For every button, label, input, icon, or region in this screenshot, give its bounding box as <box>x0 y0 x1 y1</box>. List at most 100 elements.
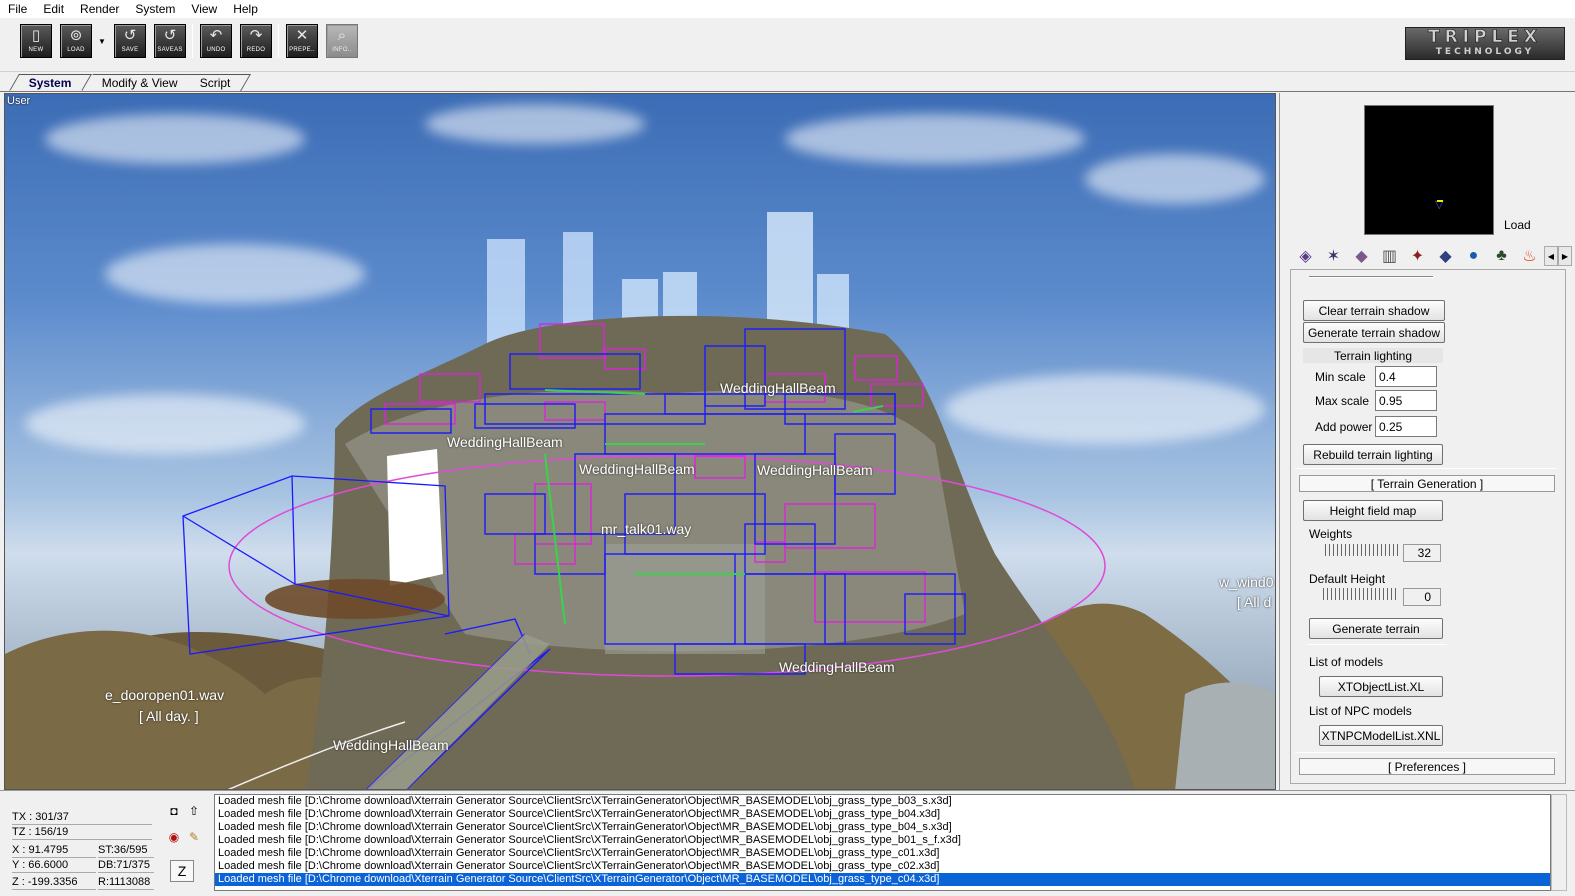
scroll-right-icon[interactable]: ▶ <box>1558 246 1572 266</box>
globe-icon[interactable]: ● <box>1460 244 1487 268</box>
minimap-load-label[interactable]: Load <box>1504 218 1531 232</box>
panel-icon-strip: ◈ ✶ ◆ ▥ ✦ ◆ ● ♣ ♨ ◀ ▶ <box>1292 243 1572 269</box>
rebuild-terrain-lighting-button[interactable]: Rebuild terrain lighting <box>1303 444 1443 465</box>
info-icon: ⌕ <box>337 27 347 44</box>
up-arrow-icon[interactable]: ⇧ <box>184 801 204 821</box>
menu-bar: File Edit Render System View Help <box>0 0 1575 18</box>
default-height-slider[interactable] <box>1323 588 1397 600</box>
npc-model-list-button[interactable]: XTNPCModelList.XNL <box>1319 725 1443 746</box>
object-label: WeddingHallBeam <box>333 737 449 753</box>
tab-script[interactable]: Script <box>181 74 251 91</box>
object-label: WeddingHallBeam <box>720 380 836 396</box>
building-icon[interactable]: ▥ <box>1376 244 1403 268</box>
log-line[interactable]: Loaded mesh file [D:\Chrome download\Xte… <box>215 821 1550 834</box>
default-height-label: Default Height <box>1309 572 1386 586</box>
z-axis-button[interactable]: Z <box>170 860 194 882</box>
triplex-logo: TRIPLEX TECHNOLOGY <box>1405 27 1565 60</box>
tab-modify-view[interactable]: Modify & View <box>83 74 198 91</box>
menu-file[interactable]: File <box>0 0 35 18</box>
log-scrollbar[interactable] <box>1551 794 1567 891</box>
x-coordinate: X : 91.4795 <box>12 843 96 858</box>
y-coordinate: Y : 66.6000 <box>12 858 96 873</box>
info-button[interactable]: ⌕ INFO.. <box>326 24 358 58</box>
sound-label: mr_talk01.way <box>601 521 692 537</box>
paint-icon[interactable]: ✎ <box>184 827 204 847</box>
load-dropdown-arrow-icon[interactable]: ▼ <box>98 37 106 46</box>
scroll-left-icon[interactable]: ◀ <box>1544 246 1558 266</box>
load-button[interactable]: ⊚ LOAD <box>60 24 92 58</box>
clear-terrain-shadow-button[interactable]: Clear terrain shadow <box>1303 300 1445 321</box>
generate-terrain-shadow-button[interactable]: Generate terrain shadow <box>1303 322 1445 343</box>
min-scale-label: Min scale <box>1315 370 1366 384</box>
load-icon: ⊚ <box>69 27 83 44</box>
sound-time-label: [ All day. ] <box>139 708 199 724</box>
save-button[interactable]: ↺ SAVE <box>114 24 146 58</box>
minimap[interactable]: ▽ <box>1364 105 1494 235</box>
save-icon: ↺ <box>123 27 137 44</box>
compass-icon[interactable]: ✦ <box>1404 244 1431 268</box>
fire-icon[interactable]: ♨ <box>1516 244 1543 268</box>
db-readout: DB:71/375 <box>98 858 154 873</box>
list-of-models-label: List of models <box>1309 655 1384 669</box>
object-label: WeddingHallBeam <box>757 462 873 478</box>
menu-edit[interactable]: Edit <box>35 0 72 18</box>
load-label: LOAD <box>67 47 85 53</box>
record-icon[interactable]: ◉ <box>164 827 184 847</box>
tab-divider <box>0 91 1575 92</box>
undo-button[interactable]: ↶ UNDO <box>200 24 232 58</box>
weights-slider[interactable] <box>1325 544 1399 556</box>
save-label: SAVE <box>121 47 139 53</box>
sound-label: w_wind0 <box>1219 574 1274 590</box>
menu-help[interactable]: Help <box>225 0 266 18</box>
redo-label: REDO <box>246 47 266 53</box>
redo-icon: ↷ <box>249 27 263 44</box>
menu-render[interactable]: Render <box>72 0 127 18</box>
r-readout: R:1113088 <box>98 875 154 890</box>
save-as-button[interactable]: ↺ SAVEAS <box>154 24 186 58</box>
save-as-label: SAVEAS <box>157 47 183 53</box>
cube-icon[interactable]: ◈ <box>1292 244 1319 268</box>
object-label: WeddingHallBeam <box>779 659 895 675</box>
logo-line-1: TRIPLEX <box>1427 27 1543 47</box>
weights-value[interactable]: 32 <box>1403 544 1441 562</box>
log-line-selected[interactable]: Loaded mesh file [D:\Chrome download\Xte… <box>215 873 1550 886</box>
log-line[interactable]: Loaded mesh file [D:\Chrome download\Xte… <box>215 834 1550 847</box>
grid-icon[interactable]: ◆ <box>1348 244 1375 268</box>
redo-button[interactable]: ↷ REDO <box>240 24 272 58</box>
new-button[interactable]: ▯ NEW <box>20 24 52 58</box>
max-scale-input[interactable] <box>1375 390 1437 411</box>
default-height-value[interactable]: 0 <box>1403 588 1441 606</box>
plane-icon[interactable]: ◆ <box>1432 244 1459 268</box>
log-list[interactable]: Loaded mesh file [D:\Chrome download\Xte… <box>214 794 1551 891</box>
camera-icon[interactable]: ◘ <box>164 801 184 821</box>
add-power-input[interactable] <box>1375 416 1437 437</box>
tile-z-readout: TZ : 156/19 <box>12 825 96 840</box>
tree-icon[interactable]: ♣ <box>1488 244 1515 268</box>
tab-bar: System Modify & View Script <box>0 72 1575 92</box>
log-line[interactable]: Loaded mesh file [D:\Chrome download\Xte… <box>215 847 1550 860</box>
min-scale-input[interactable] <box>1375 366 1437 387</box>
empty-cell <box>96 810 152 825</box>
z-coordinate: Z : -199.3356 <box>12 875 96 890</box>
height-field-map-button[interactable]: Height field map <box>1303 500 1443 521</box>
terrain-lighting-header: Terrain lighting <box>1303 348 1443 363</box>
tile-x-readout: TX : 301/37 <box>12 810 96 825</box>
log-line[interactable]: Loaded mesh file [D:\Chrome download\Xte… <box>215 860 1550 873</box>
menu-system[interactable]: System <box>127 0 183 18</box>
menu-view[interactable]: View <box>183 0 225 18</box>
model-list-button[interactable]: XTObjectList.XL <box>1319 676 1443 697</box>
st-readout: ST:36/595 <box>98 843 154 858</box>
star-icon[interactable]: ✶ <box>1320 244 1347 268</box>
preferences-header[interactable]: [ Preferences ] <box>1299 758 1555 775</box>
top-slider[interactable] <box>1309 276 1433 278</box>
object-label: WeddingHallBeam <box>447 434 563 450</box>
log-line[interactable]: Loaded mesh file [D:\Chrome download\Xte… <box>215 795 1550 808</box>
log-line[interactable]: Loaded mesh file [D:\Chrome download\Xte… <box>215 808 1550 821</box>
prepare-button[interactable]: ✕ PREPE.. <box>286 24 318 58</box>
3d-viewport[interactable]: User WeddingHallBeam WeddingHallBeam Wed… <box>4 93 1276 790</box>
terrain-generation-header[interactable]: [ Terrain Generation ] <box>1299 475 1555 492</box>
prepare-label: PREPE.. <box>289 47 315 53</box>
logo-line-2: TECHNOLOGY <box>1435 47 1535 57</box>
tab-system[interactable]: System <box>9 74 92 91</box>
generate-terrain-button[interactable]: Generate terrain <box>1309 618 1443 639</box>
